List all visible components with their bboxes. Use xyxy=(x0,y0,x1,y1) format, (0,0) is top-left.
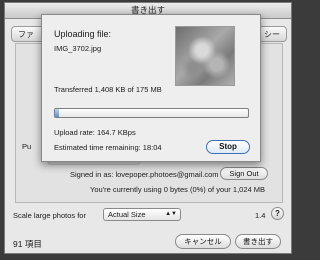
time-remaining-text: Estimated time remaining: 18:04 xyxy=(54,143,162,152)
side-label-partial: Pu xyxy=(22,142,32,151)
help-button[interactable]: ? xyxy=(271,207,284,220)
version-label: 1.4 xyxy=(255,211,266,220)
scale-select-value: Actual Size xyxy=(108,210,146,219)
scale-select[interactable]: Actual Size ▲▼ xyxy=(103,208,181,221)
upload-progress-sheet: Uploading file: IMG_3702.jpg Transferred… xyxy=(41,14,261,162)
upload-filename: IMG_3702.jpg xyxy=(54,44,102,53)
upload-progress-fill xyxy=(55,109,59,117)
usage-text: You're currently using 0 bytes (0%) of y… xyxy=(90,185,265,194)
transferred-text: Transferred 1,408 KB of 175 MB xyxy=(54,85,162,94)
signed-in-text: Signed in as: lovepoper.photoes@gmail.co… xyxy=(70,170,219,179)
item-count: 91 項目 xyxy=(13,239,42,249)
export-button[interactable]: 書き出す xyxy=(235,234,281,249)
photo-thumbnail xyxy=(175,26,235,86)
tab-right-partial[interactable]: シー xyxy=(264,29,280,40)
sign-out-button[interactable]: Sign Out xyxy=(220,167,268,180)
tab-file-partial[interactable]: ファ xyxy=(18,29,34,40)
stop-button[interactable]: Stop xyxy=(206,140,250,154)
upload-progress-bar xyxy=(54,108,249,118)
upload-rate-text: Upload rate: 164.7 KBps xyxy=(54,128,136,137)
uploading-heading: Uploading file: xyxy=(54,29,112,39)
scale-label: Scale large photos for xyxy=(13,211,86,220)
select-arrows-icon: ▲▼ xyxy=(165,211,177,217)
cancel-button[interactable]: キャンセル xyxy=(175,234,231,249)
